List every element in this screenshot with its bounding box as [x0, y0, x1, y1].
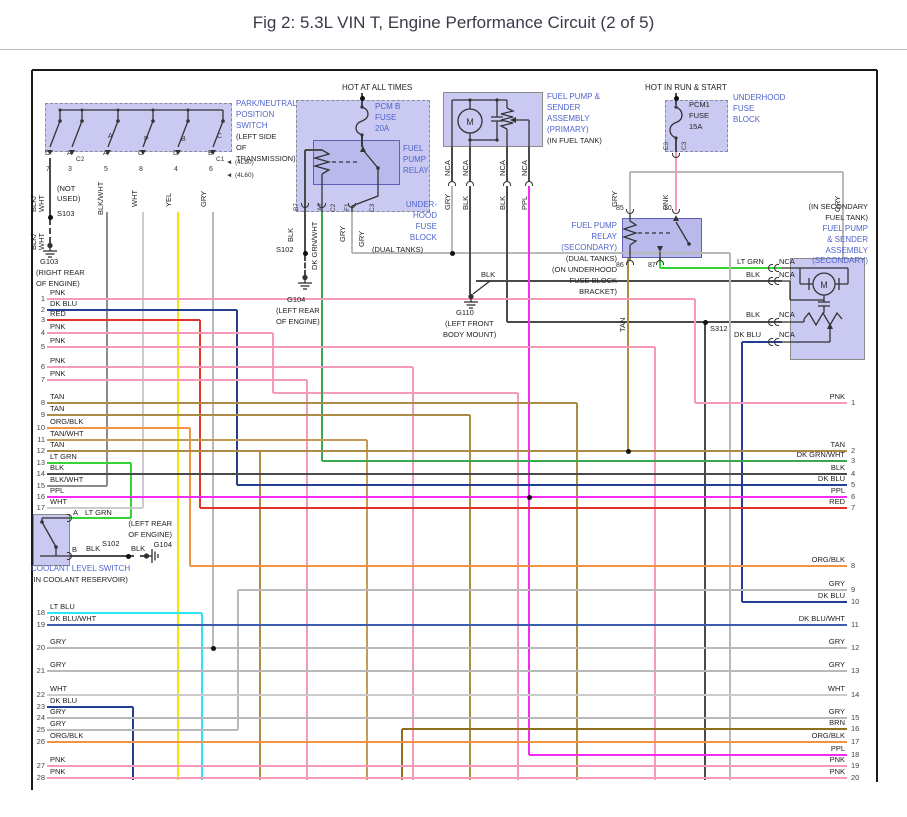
- fuse-symbol: [355, 106, 369, 136]
- relay-switch: [351, 149, 379, 212]
- capacitor: [818, 301, 830, 307]
- contact-arrow: [360, 146, 366, 152]
- capacitor: [491, 116, 503, 122]
- svg-text:M: M: [466, 117, 474, 127]
- fuse-symbol: [669, 106, 683, 139]
- switch-blade: [49, 110, 61, 148]
- relay-coil: [312, 149, 332, 212]
- relay-switch: [659, 221, 690, 261]
- resistor: [499, 107, 515, 147]
- circuit-symbols: M M: [40, 98, 849, 557]
- resistor: [782, 311, 843, 327]
- relay-coil: [621, 213, 639, 261]
- switch-blade: [40, 517, 70, 557]
- svg-text:M: M: [820, 280, 828, 290]
- wiring-diagram-page: Fig 2: 5.3L VIN T, Engine Performance Ci…: [0, 0, 907, 817]
